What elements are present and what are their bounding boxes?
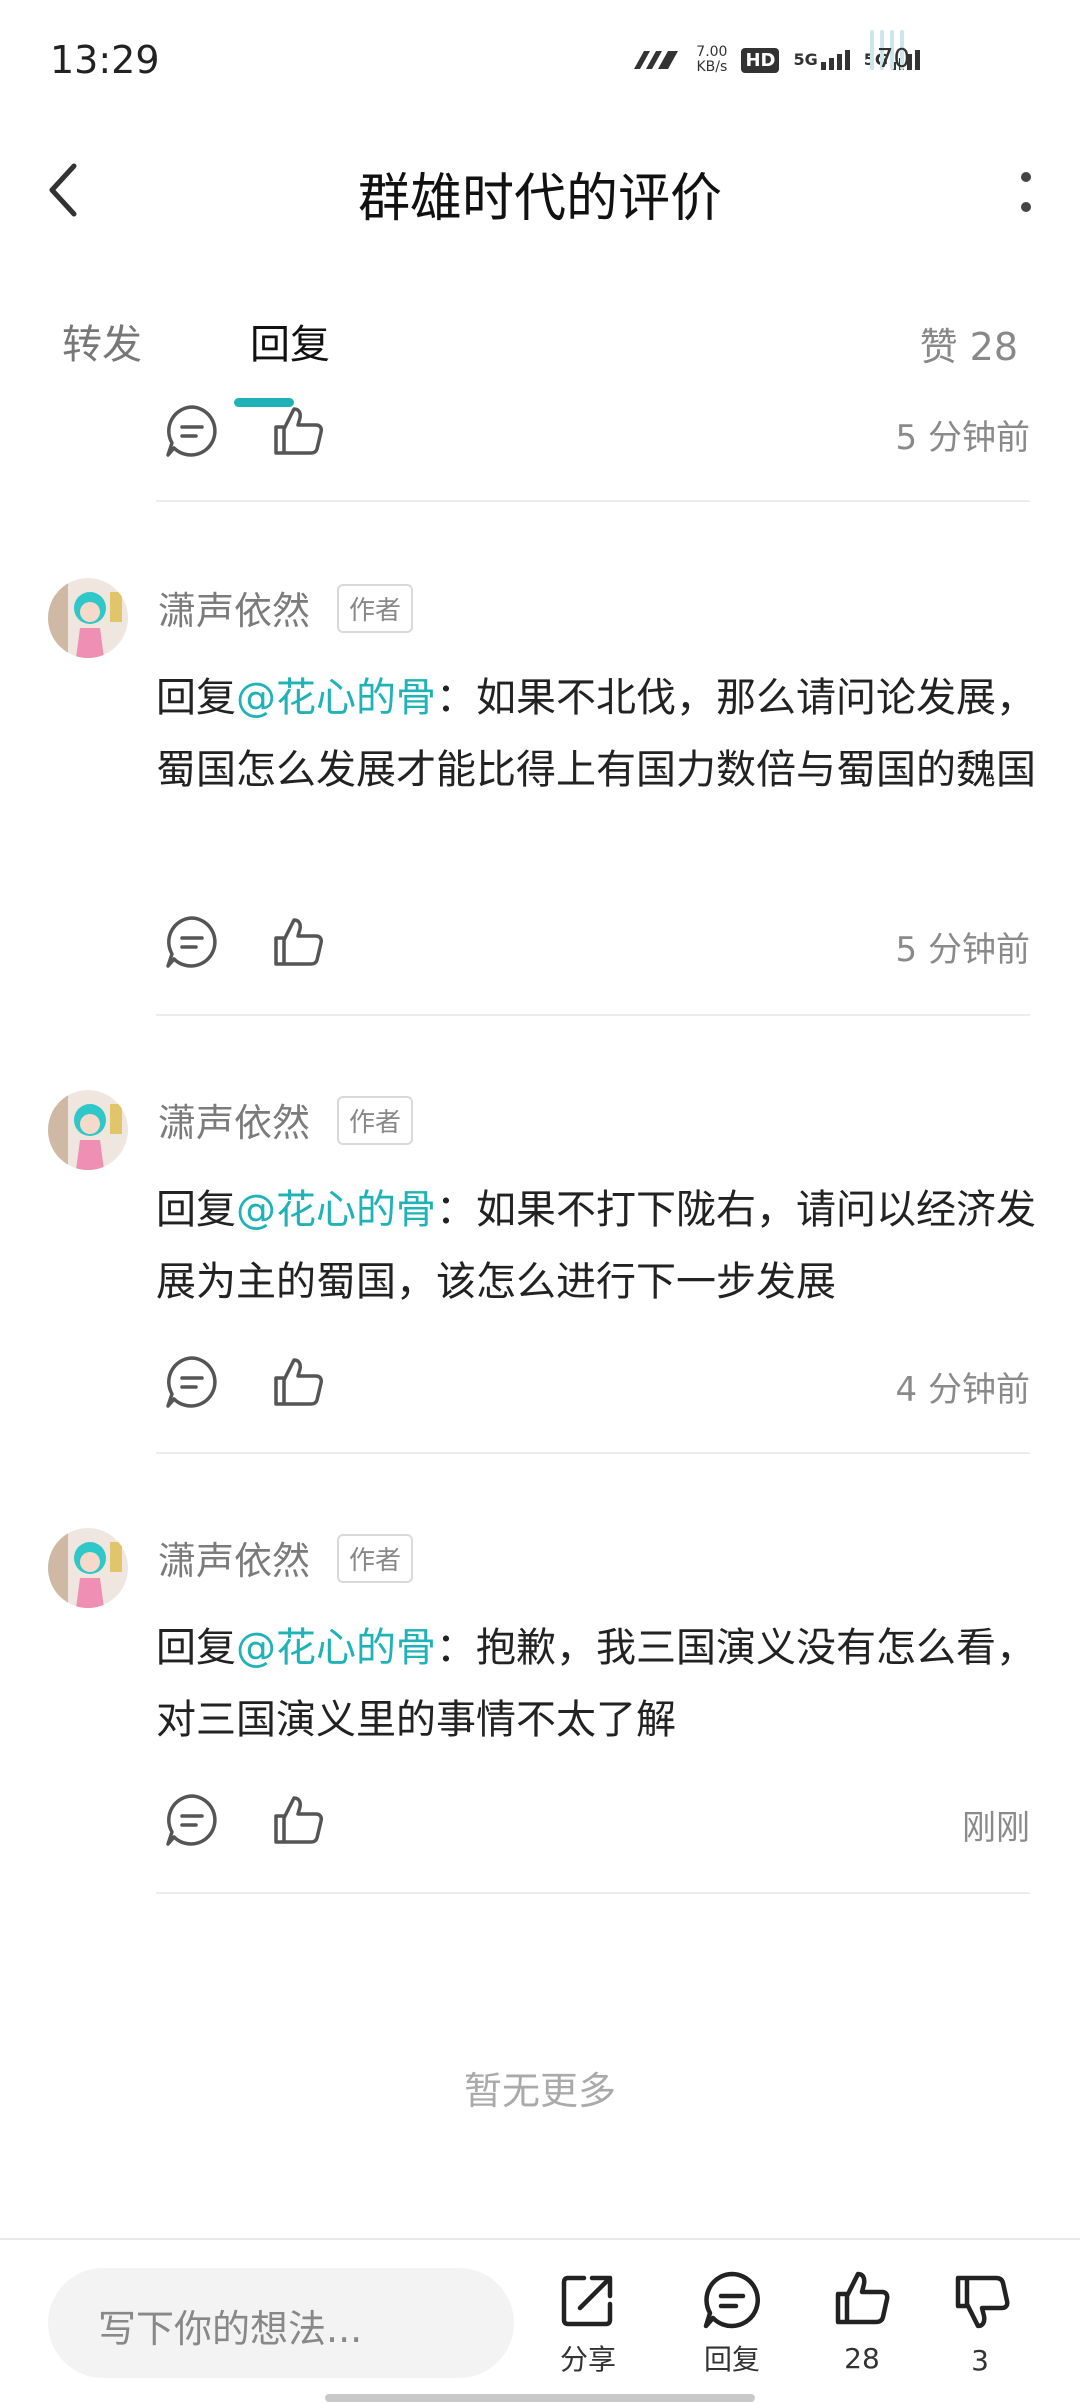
author-badge: 作者	[337, 1096, 414, 1145]
author-name[interactable]: 潇声依然	[158, 1530, 310, 1585]
like-icon[interactable]	[270, 403, 326, 459]
comment-time: 5 分钟前	[895, 418, 1030, 458]
like-button[interactable]	[832, 2268, 892, 2332]
network-brand-icon	[634, 51, 679, 69]
reply-icon[interactable]	[164, 403, 220, 459]
like-icon[interactable]	[270, 914, 326, 970]
no-more-label: 暂无更多	[463, 2069, 616, 2113]
divider	[156, 1892, 1030, 1894]
comment-text: 回复@花心的骨：抱歉，我三国演义没有怎么看，对三国演义里的事情不太了解	[156, 1625, 1036, 1743]
share-button[interactable]	[558, 2270, 618, 2334]
net-speed: 7.00 KB/s	[696, 44, 728, 75]
like-icon[interactable]	[270, 1792, 326, 1848]
battery-level: 70	[876, 44, 910, 74]
comment-text: 回复@花心的骨：如果不打下陇右，请问以经济发展为主的蜀国，该怎么进行下一步发展	[156, 1187, 1036, 1305]
comment-input-placeholder: 写下你的想法...	[98, 2307, 363, 2351]
dislike-icon	[955, 2275, 1010, 2329]
mention-link[interactable]: @花心的骨	[236, 1625, 436, 1671]
status-time: 13:29	[50, 38, 160, 82]
reply-icon[interactable]	[164, 1354, 220, 1410]
tab-forward[interactable]: 转发	[62, 312, 142, 370]
signal-sim1-icon: 5G	[793, 50, 850, 70]
reply-icon[interactable]	[164, 1792, 220, 1848]
page-title: 群雄时代的评价	[357, 169, 722, 229]
tab-likes[interactable]: 赞 28	[920, 316, 1018, 371]
comment-time: 5 分钟前	[895, 930, 1030, 970]
reply-icon[interactable]	[164, 914, 220, 970]
share-icon	[561, 2275, 613, 2327]
more-options-icon[interactable]	[1018, 168, 1034, 218]
comment-time: 4 分钟前	[895, 1370, 1030, 1410]
like-icon	[835, 2271, 890, 2325]
bottom-divider	[0, 2238, 1080, 2240]
reply-label: 回复	[703, 2343, 760, 2376]
tab-reply[interactable]: 回复	[250, 312, 330, 370]
reply-button[interactable]	[702, 2270, 762, 2334]
avatar[interactable]	[48, 578, 128, 658]
reply-icon	[703, 2271, 761, 2329]
dislike-count: 3	[971, 2344, 989, 2377]
hd-icon: HD	[741, 47, 780, 73]
author-name[interactable]: 潇声依然	[158, 580, 310, 635]
divider	[156, 1452, 1030, 1454]
comment-text: 回复@花心的骨：如果不北伐，那么请问论发展，蜀国怎么发展才能比得上有国力数倍与蜀…	[156, 675, 1036, 793]
avatar[interactable]	[48, 1528, 128, 1608]
dislike-button[interactable]	[952, 2272, 1012, 2336]
mention-link[interactable]: @花心的骨	[236, 1187, 436, 1233]
home-indicator[interactable]	[325, 2394, 755, 2402]
divider	[156, 500, 1030, 502]
divider	[156, 1014, 1030, 1016]
author-badge: 作者	[337, 1534, 414, 1583]
comment-time: 刚刚	[962, 1808, 1030, 1848]
like-count: 28	[844, 2342, 880, 2375]
share-label: 分享	[559, 2343, 616, 2376]
avatar[interactable]	[48, 1090, 128, 1170]
author-badge: 作者	[337, 584, 414, 633]
mention-link[interactable]: @花心的骨	[236, 675, 436, 721]
author-name[interactable]: 潇声依然	[158, 1092, 310, 1147]
like-icon[interactable]	[270, 1354, 326, 1410]
